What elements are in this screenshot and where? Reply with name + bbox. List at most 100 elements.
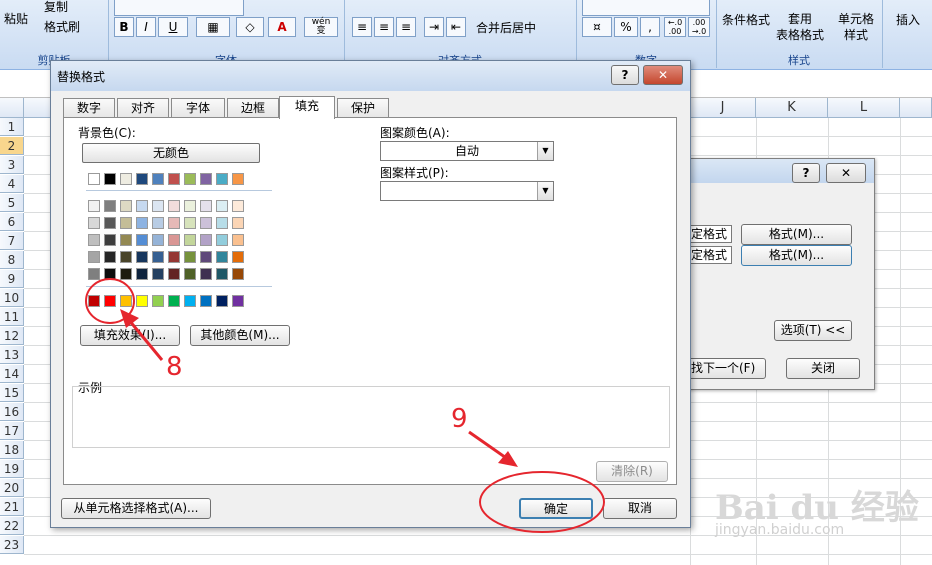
color-swatch[interactable] (200, 268, 212, 280)
chevron-down-icon[interactable]: ▼ (537, 142, 553, 160)
ok-button[interactable]: 确定 (519, 498, 593, 519)
row-header[interactable]: 4 (0, 175, 24, 193)
row-header[interactable]: 8 (0, 251, 24, 269)
color-swatch[interactable] (136, 251, 148, 263)
color-swatch[interactable] (104, 234, 116, 246)
color-swatch[interactable] (104, 217, 116, 229)
color-swatch[interactable] (232, 295, 244, 307)
color-swatch[interactable] (120, 200, 132, 212)
no-color-button[interactable]: 无颜色 (82, 143, 260, 163)
font-color-button[interactable]: A (268, 17, 296, 37)
increase-decimal-button[interactable]: ←.0.00 (664, 17, 686, 37)
row-header[interactable]: 1 (0, 118, 24, 136)
color-swatch[interactable] (184, 173, 196, 185)
chevron-down-icon[interactable]: ▼ (537, 182, 553, 200)
color-swatch[interactable] (152, 200, 164, 212)
close-dialog-button[interactable]: 关闭 (786, 358, 860, 379)
paste-button[interactable]: 粘贴 (4, 10, 28, 27)
copy-button[interactable]: 复制 (44, 0, 68, 15)
color-swatch[interactable] (200, 295, 212, 307)
color-swatch[interactable] (216, 251, 228, 263)
color-swatch[interactable] (168, 200, 180, 212)
color-swatch[interactable] (120, 268, 132, 280)
tab-number[interactable]: 数字 (63, 98, 115, 118)
fill-color-button[interactable]: ◇ (236, 17, 264, 37)
row-header[interactable]: 14 (0, 365, 24, 383)
color-swatch[interactable] (232, 251, 244, 263)
row-header[interactable]: 12 (0, 327, 24, 345)
indent-button[interactable]: ⇥ (424, 17, 444, 37)
tab-font[interactable]: 字体 (171, 98, 225, 118)
cell-styles-button[interactable]: 单元格 样式 (838, 11, 874, 43)
color-swatch[interactable] (152, 251, 164, 263)
bold-button[interactable]: B (114, 17, 134, 37)
color-swatch[interactable] (184, 234, 196, 246)
tab-protection[interactable]: 保护 (337, 98, 389, 118)
column-header-j[interactable]: J (690, 98, 756, 118)
row-header[interactable]: 10 (0, 289, 24, 307)
color-swatch[interactable] (184, 200, 196, 212)
color-swatch[interactable] (88, 251, 100, 263)
color-swatch[interactable] (136, 268, 148, 280)
color-swatch[interactable] (216, 173, 228, 185)
row-header[interactable]: 21 (0, 498, 24, 516)
format-button-2[interactable]: 格式(M)... (741, 245, 852, 266)
row-header[interactable]: 7 (0, 232, 24, 250)
color-swatch[interactable] (216, 217, 228, 229)
color-swatch[interactable] (136, 173, 148, 185)
color-swatch[interactable] (216, 200, 228, 212)
color-swatch[interactable] (232, 173, 244, 185)
column-header-l[interactable]: L (828, 98, 900, 118)
percent-button[interactable]: % (614, 17, 638, 37)
format-button-1[interactable]: 格式(M)... (741, 224, 852, 245)
color-swatch[interactable] (152, 295, 164, 307)
pattern-color-select[interactable]: 自动 ▼ (380, 141, 554, 161)
underline-button[interactable]: U (158, 17, 188, 37)
cancel-button[interactable]: 取消 (603, 498, 677, 519)
color-swatch[interactable] (232, 217, 244, 229)
color-swatch[interactable] (104, 251, 116, 263)
insert-button[interactable]: 插入 (896, 11, 920, 28)
row-header[interactable]: 19 (0, 460, 24, 478)
color-swatch[interactable] (120, 173, 132, 185)
phonetic-button[interactable]: wén 变 (304, 17, 338, 37)
color-swatch-red[interactable] (104, 295, 116, 307)
row-header[interactable]: 17 (0, 422, 24, 440)
color-swatch[interactable] (152, 268, 164, 280)
font-name-box[interactable] (114, 0, 244, 16)
color-swatch[interactable] (152, 173, 164, 185)
color-swatch[interactable] (136, 200, 148, 212)
color-swatch[interactable] (216, 268, 228, 280)
tab-border[interactable]: 边框 (227, 98, 279, 118)
color-swatch[interactable] (88, 217, 100, 229)
color-swatch[interactable] (104, 200, 116, 212)
find-next-button[interactable]: 找下一个(F) (688, 358, 766, 379)
row-header[interactable]: 23 (0, 536, 24, 554)
column-header-k[interactable]: K (756, 98, 828, 118)
row-header[interactable]: 3 (0, 156, 24, 174)
color-swatch[interactable] (232, 234, 244, 246)
row-header[interactable]: 5 (0, 194, 24, 212)
row-header[interactable]: 9 (0, 270, 24, 288)
column-header-m[interactable] (900, 98, 932, 118)
color-swatch[interactable] (232, 200, 244, 212)
color-swatch[interactable] (200, 251, 212, 263)
color-swatch[interactable] (88, 268, 100, 280)
color-swatch[interactable] (152, 217, 164, 229)
color-swatch[interactable] (152, 234, 164, 246)
color-swatch[interactable] (200, 173, 212, 185)
row-header[interactable]: 6 (0, 213, 24, 231)
color-swatch[interactable] (120, 295, 132, 307)
color-swatch[interactable] (168, 295, 180, 307)
color-swatch[interactable] (168, 234, 180, 246)
row-header[interactable]: 15 (0, 384, 24, 402)
align-left-button[interactable]: ≡ (352, 17, 372, 37)
color-swatch[interactable] (216, 234, 228, 246)
color-swatch[interactable] (136, 217, 148, 229)
help-button[interactable]: ? (792, 163, 820, 183)
color-swatch[interactable] (168, 251, 180, 263)
row-header[interactable]: 11 (0, 308, 24, 326)
italic-button[interactable]: I (136, 17, 156, 37)
color-swatch[interactable] (168, 173, 180, 185)
color-swatch[interactable] (200, 200, 212, 212)
